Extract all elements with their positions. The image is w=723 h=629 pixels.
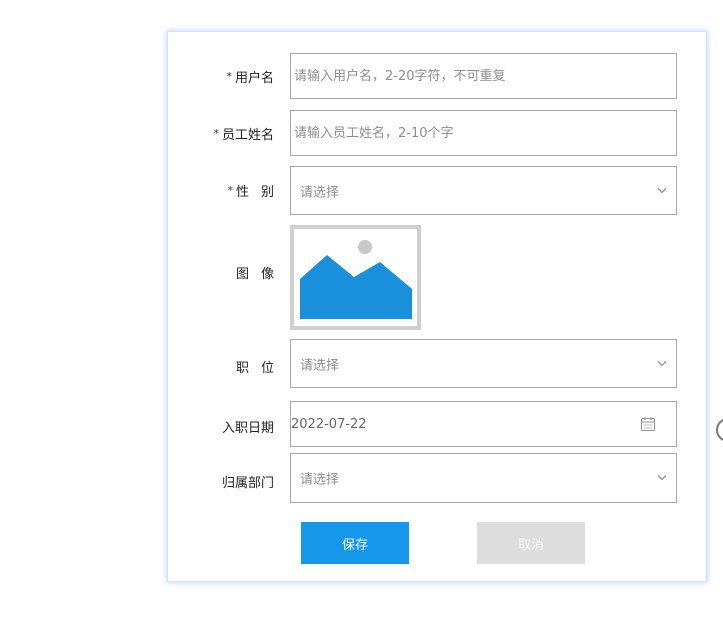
department-select[interactable]: 请选择	[290, 453, 677, 503]
gender-label: * 性别	[227, 184, 286, 200]
partial-icon-edge	[716, 418, 723, 442]
avatar-upload[interactable]	[290, 225, 421, 330]
hire-date-label: 入职日期	[221, 421, 274, 436]
employee-name-field[interactable]	[290, 110, 677, 156]
gender-select[interactable]: 请选择	[290, 166, 677, 215]
chevron-down-icon	[657, 187, 667, 193]
employee-form-panel: *用户名 *员工姓名 *性别 请选择 图像	[167, 31, 707, 582]
department-label: 归属部门	[221, 476, 274, 491]
hire-date-input[interactable]	[291, 402, 621, 446]
username-label: * 用户名	[226, 70, 274, 86]
gender-select-value: 请选择	[300, 185, 340, 200]
position-select[interactable]: 请选择	[290, 339, 677, 388]
employee-name-label: * 员工姓名	[213, 127, 274, 143]
position-select-value: 请选择	[300, 358, 340, 373]
cancel-button[interactable]: 取消	[477, 522, 585, 564]
required-mark: *	[226, 70, 232, 83]
image-placeholder-icon	[300, 240, 412, 319]
employee-name-input[interactable]	[291, 111, 624, 155]
chevron-down-icon	[657, 474, 667, 481]
username-field[interactable]	[290, 53, 677, 99]
department-select-value: 请选择	[300, 472, 340, 488]
required-mark: *	[213, 127, 219, 140]
chevron-down-icon	[657, 360, 667, 366]
position-label: 职位	[235, 361, 286, 376]
save-button[interactable]: 保存	[301, 522, 409, 564]
calendar-icon[interactable]	[640, 416, 656, 432]
avatar-label: 图像	[235, 267, 286, 282]
username-input[interactable]	[291, 54, 624, 98]
required-mark: *	[227, 184, 233, 197]
hire-date-picker[interactable]	[290, 401, 677, 447]
